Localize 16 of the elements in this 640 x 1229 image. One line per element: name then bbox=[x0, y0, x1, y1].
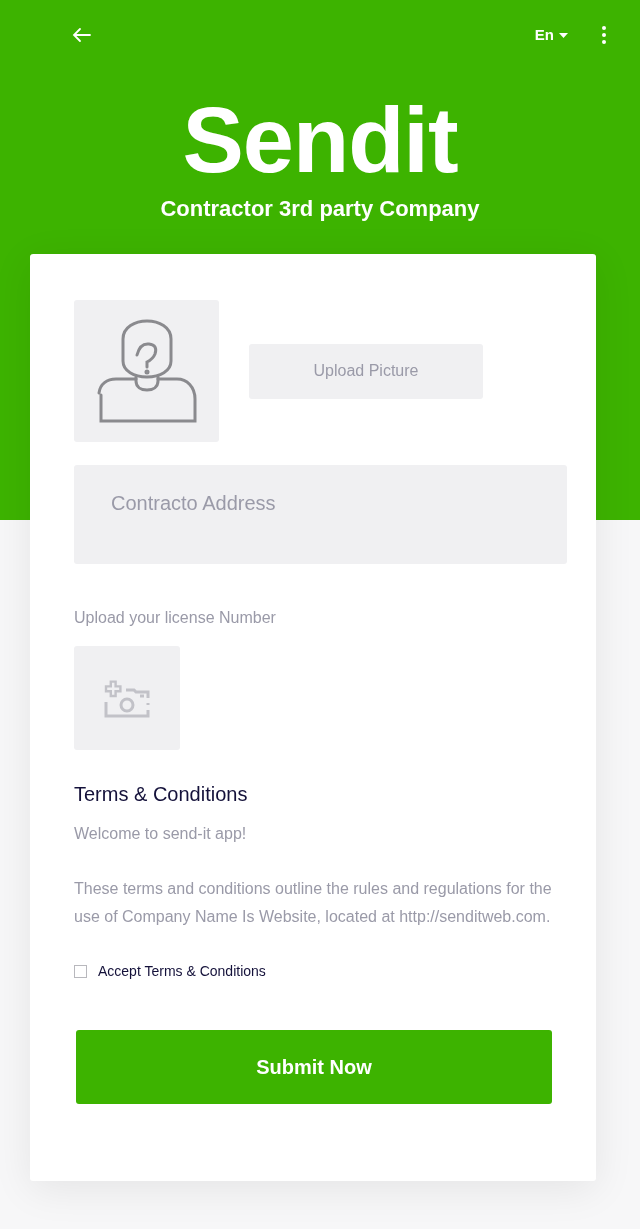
accept-checkbox[interactable] bbox=[74, 965, 87, 978]
language-selector[interactable]: En bbox=[534, 23, 568, 47]
unknown-person-icon bbox=[95, 319, 198, 423]
upload-picture-button[interactable]: Upload Picture bbox=[249, 343, 483, 399]
accept-terms-label: Accept Terms & Conditions bbox=[98, 962, 266, 981]
terms-paragraph: These terms and conditions outline the rules and regulations for the use of Company Name Is Website, located at http://senditweb.com. bbox=[74, 879, 552, 927]
add-photo-icon bbox=[104, 678, 150, 718]
address-field[interactable]: Contracto Address bbox=[74, 465, 567, 564]
terms-heading: Terms & Conditions bbox=[74, 782, 249, 807]
license-label: Upload your license Number bbox=[74, 608, 277, 628]
submit-button[interactable]: Submit Now bbox=[76, 1030, 552, 1104]
terms-paragraph: Welcome to send-it app! bbox=[74, 824, 248, 844]
app-title: Sendit bbox=[182, 90, 458, 190]
license-upload-button[interactable] bbox=[74, 646, 180, 750]
caret-icon bbox=[559, 32, 568, 38]
app-subtitle: Contractor 3rd party Company bbox=[160, 195, 480, 223]
